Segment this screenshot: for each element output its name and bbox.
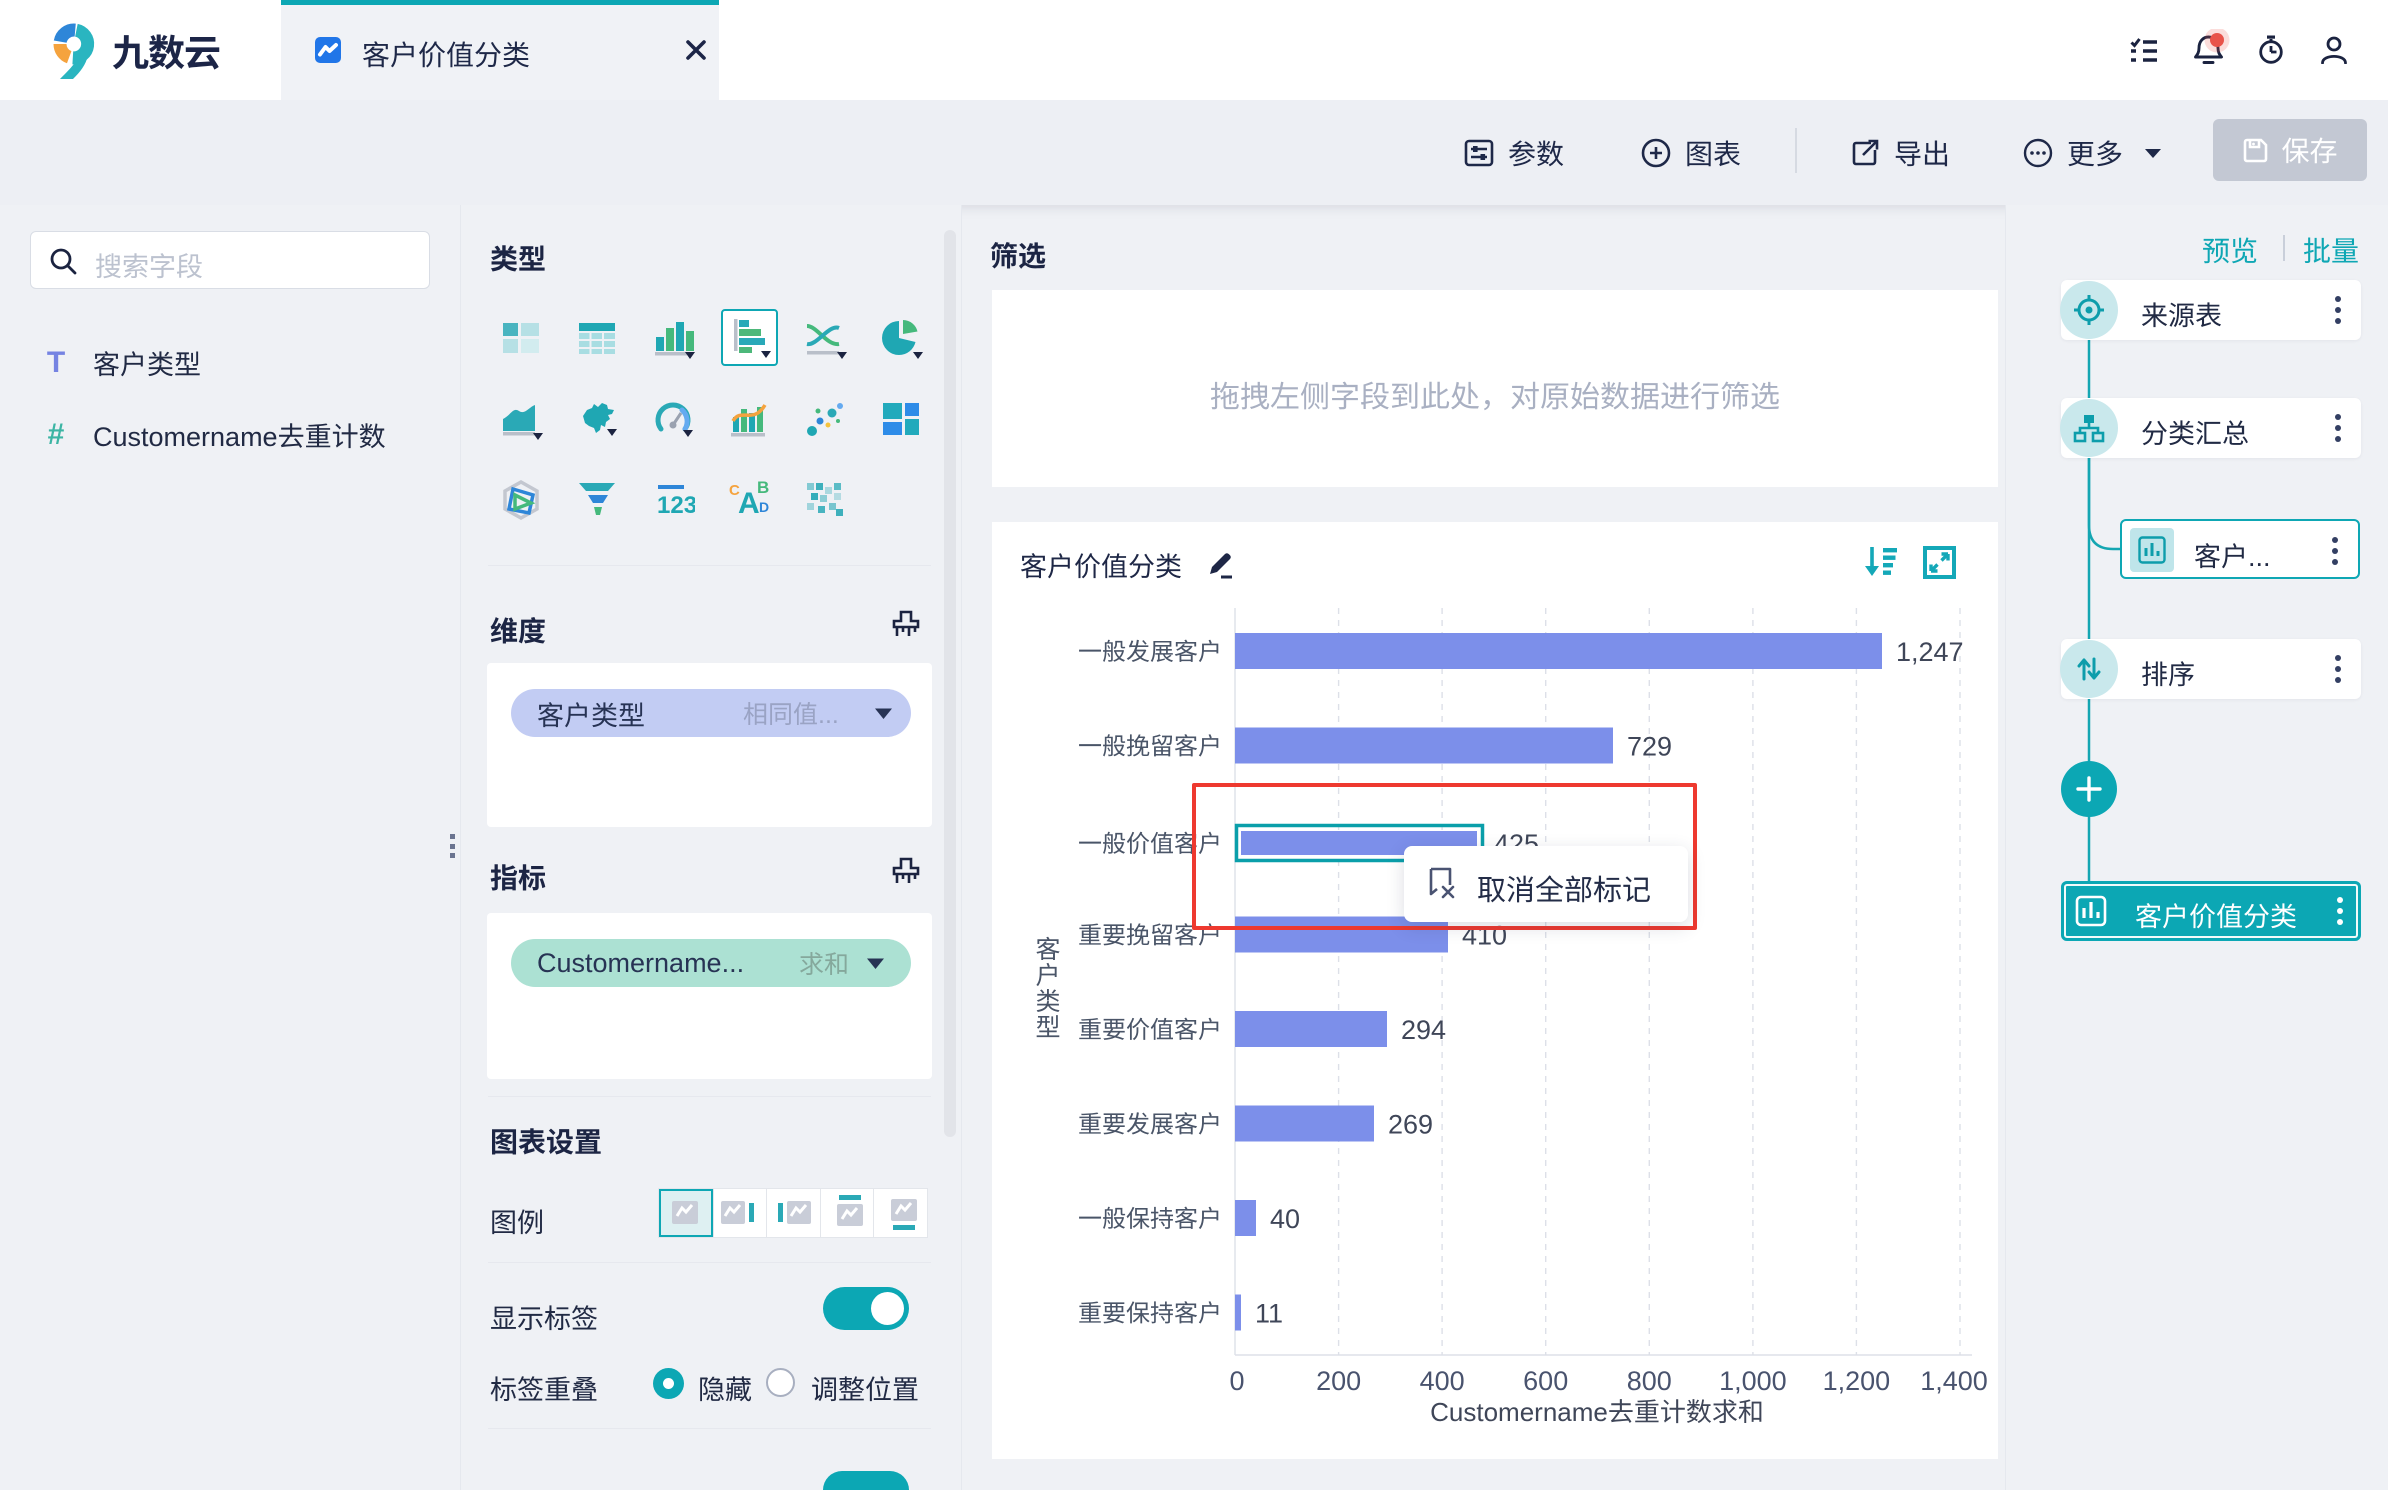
svg-text:1,000: 1,000	[1719, 1366, 1787, 1396]
svg-text:户: 户	[1035, 962, 1060, 990]
svg-text:型: 型	[1035, 1014, 1060, 1042]
svg-text:40: 40	[1270, 1204, 1300, 1234]
svg-text:200: 200	[1316, 1366, 1361, 1396]
svg-text:400: 400	[1420, 1366, 1465, 1396]
svg-text:重要发展客户: 重要发展客户	[1078, 1112, 1222, 1139]
svg-text:重要保持客户: 重要保持客户	[1078, 1301, 1222, 1328]
svg-text:D: D	[759, 499, 769, 515]
svg-text:重要价值客户: 重要价值客户	[1078, 1017, 1222, 1044]
svg-text:1,400: 1,400	[1920, 1366, 1988, 1396]
svg-text:123: 123	[657, 492, 695, 519]
svg-text:600: 600	[1523, 1366, 1568, 1396]
svg-text:一般挽留客户: 一般挽留客户	[1078, 734, 1222, 761]
svg-text:729: 729	[1627, 732, 1672, 762]
svg-text:0: 0	[1229, 1366, 1244, 1396]
svg-text:一般发展客户: 一般发展客户	[1078, 639, 1222, 666]
svg-text:294: 294	[1401, 1015, 1446, 1045]
svg-text:1,247: 1,247	[1896, 637, 1964, 667]
svg-text:11: 11	[1255, 1299, 1283, 1329]
svg-text:一般保持客户: 一般保持客户	[1078, 1206, 1222, 1233]
svg-text:客: 客	[1035, 936, 1060, 964]
svg-text:269: 269	[1388, 1110, 1433, 1140]
svg-text:B: B	[757, 479, 769, 497]
svg-text:Customername去重计数求和: Customername去重计数求和	[1430, 1397, 1764, 1427]
svg-text:类: 类	[1035, 988, 1060, 1016]
svg-text:800: 800	[1627, 1366, 1672, 1396]
svg-text:1,200: 1,200	[1823, 1366, 1891, 1396]
